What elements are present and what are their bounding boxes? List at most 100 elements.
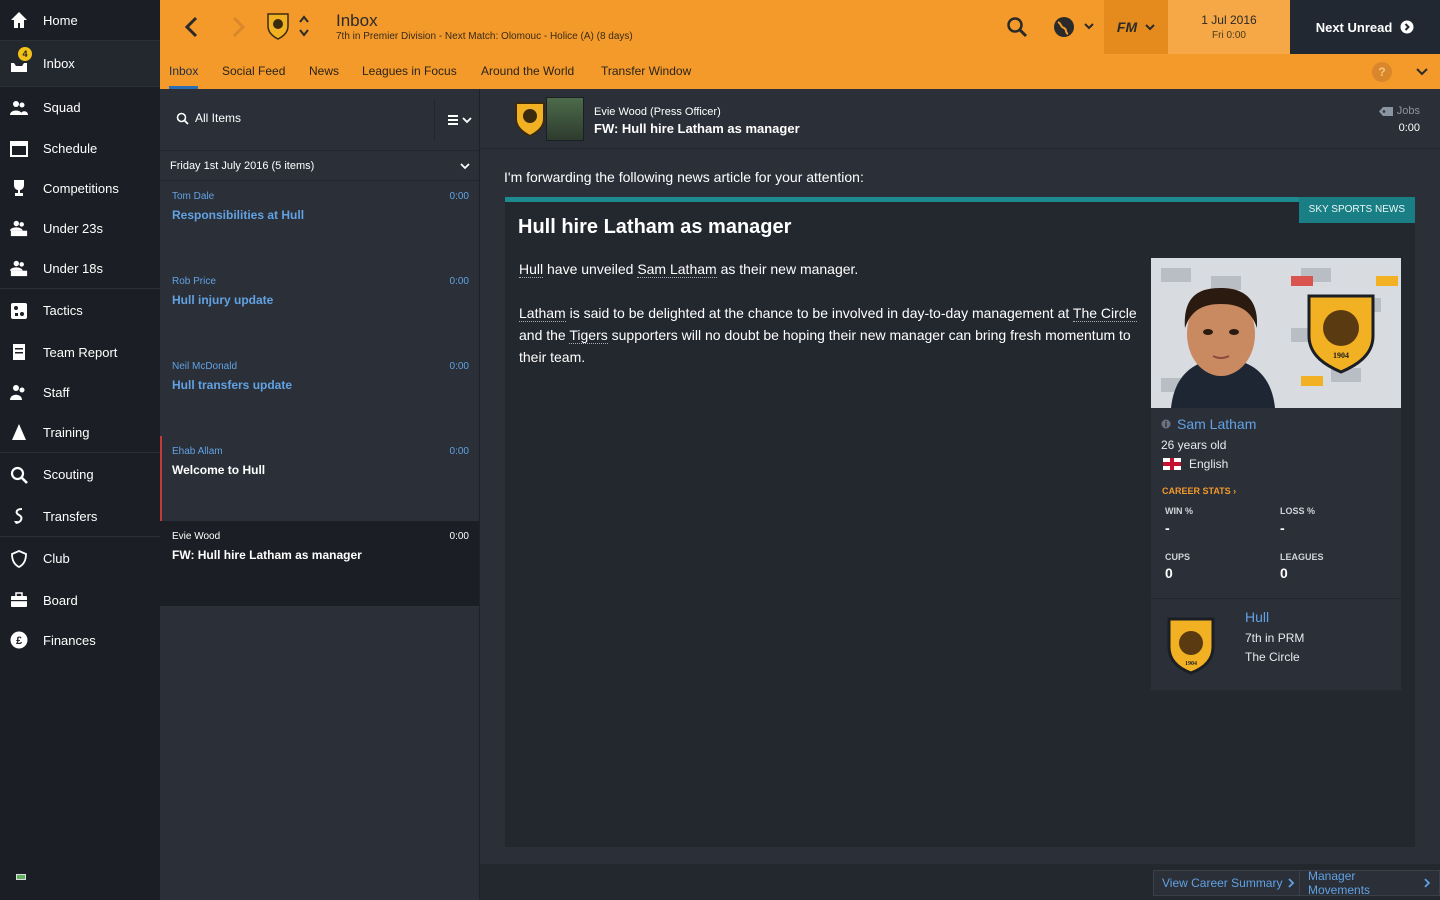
sidebar-item-label: Transfers: [43, 508, 98, 524]
message-from: Neil McDonald: [172, 361, 238, 372]
game-date[interactable]: 1 Jul 2016 Fri 0:00: [1168, 0, 1290, 54]
sidebar-item-label: Club: [43, 551, 70, 566]
tab-inbox[interactable]: Inbox: [169, 54, 199, 89]
person-name-link[interactable]: Sam Latham: [1161, 416, 1256, 432]
sidebar-item-inbox[interactable]: 4 Inbox: [0, 40, 160, 86]
person-link[interactable]: Latham: [519, 305, 566, 322]
message-from: Rob Price: [172, 276, 216, 287]
message-time: 0:00: [1398, 122, 1420, 134]
globe-icon[interactable]: [1050, 15, 1100, 39]
tab-transfer-window[interactable]: Transfer Window: [601, 54, 691, 89]
message-item[interactable]: Tom Dale Responsibilities at Hull 0:00: [160, 181, 479, 266]
divider: [434, 99, 435, 141]
leagues-value: 0: [1280, 565, 1288, 581]
sidebar: Home 4 Inbox Squad Schedule Competitions…: [0, 0, 160, 900]
u23-icon: [10, 219, 28, 237]
message-time: 0:00: [449, 191, 469, 202]
club-crest-icon[interactable]: [266, 12, 290, 40]
sidebar-item-board[interactable]: Board: [0, 580, 160, 620]
filter-bar: All Items: [160, 89, 479, 151]
report-icon: [10, 343, 28, 361]
sidebar-item-under-23s[interactable]: Under 23s: [0, 208, 160, 248]
tab-social-feed[interactable]: Social Feed: [222, 54, 285, 89]
search-icon[interactable]: [1006, 16, 1028, 38]
message-subject: Responsibilities at Hull: [172, 208, 305, 222]
sidebar-item-competitions[interactable]: Competitions: [0, 168, 160, 208]
sidebar-item-tactics[interactable]: Tactics: [0, 288, 160, 332]
message-sender[interactable]: Evie Wood (Press Officer): [594, 106, 721, 118]
sidebar-item-label: Under 23s: [43, 220, 103, 236]
career-stats-link[interactable]: CAREER STATS ›: [1162, 486, 1236, 496]
sidebar-item-scouting[interactable]: Scouting: [0, 452, 160, 496]
tag-label: Jobs: [1396, 105, 1420, 117]
message-item[interactable]: Ehab Allam Welcome to Hull 0:00: [160, 436, 479, 521]
next-unread-button[interactable]: Next Unread: [1290, 0, 1440, 54]
message-tag: Jobs: [1378, 105, 1420, 117]
chevron-down-icon: [1145, 24, 1155, 31]
sidebar-item-squad[interactable]: Squad: [0, 86, 160, 128]
chevron-down-icon[interactable]: [1414, 64, 1430, 80]
page-subtitle: 7th in Premier Division - Next Match: Ol…: [336, 31, 633, 42]
info-icon: [1161, 419, 1171, 429]
forward-button[interactable]: [226, 14, 252, 40]
back-button[interactable]: [178, 14, 204, 40]
message-item[interactable]: Neil McDonald Hull transfers update 0:00: [160, 351, 479, 436]
message-item-selected[interactable]: Evie Wood FW: Hull hire Latham as manage…: [160, 521, 479, 606]
club-link[interactable]: Hull: [519, 261, 544, 278]
squad-icon: [10, 99, 28, 117]
updown-icon[interactable]: [298, 12, 310, 40]
message-intro: I'm forwarding the following news articl…: [504, 169, 864, 185]
filter-dropdown[interactable]: All Items: [176, 111, 241, 125]
sidebar-item-under-18s[interactable]: Under 18s: [0, 248, 160, 288]
message-from: Evie Wood: [172, 531, 221, 542]
person-link[interactable]: Sam Latham: [637, 261, 717, 278]
article-headline: Hull hire Latham as manager: [518, 216, 792, 238]
message-item[interactable]: Rob Price Hull injury update 0:00: [160, 266, 479, 351]
inbox-tabs: Inbox Social Feed News Leagues in Focus …: [160, 54, 1440, 89]
group-header[interactable]: Friday 1st July 2016 (5 items): [160, 151, 479, 181]
club-crest-icon: [515, 102, 545, 137]
calendar-icon: [10, 139, 28, 157]
help-button[interactable]: ?: [1372, 62, 1392, 82]
sidebar-item-label: Team Report: [43, 344, 118, 360]
text-run: have unveiled: [543, 261, 638, 277]
sidebar-item-club[interactable]: Club: [0, 536, 160, 580]
menu-icon[interactable]: [448, 113, 474, 127]
sidebar-item-home[interactable]: Home: [0, 0, 160, 40]
chevron-left-icon: [184, 16, 198, 38]
sidebar-item-label: Schedule: [43, 140, 98, 156]
england-flag-icon: [1163, 458, 1181, 470]
manager-movements-button[interactable]: Manager Movements: [1299, 869, 1440, 897]
tab-around-the-world[interactable]: Around the World: [481, 54, 574, 89]
crest-year: 1904: [1185, 661, 1197, 667]
sidebar-item-schedule[interactable]: Schedule: [0, 128, 160, 168]
loss-value: -: [1280, 520, 1285, 536]
stadium-link[interactable]: The Circle: [1072, 305, 1137, 322]
sidebar-item-training[interactable]: Training: [0, 412, 160, 452]
view-career-summary-button[interactable]: View Career Summary: [1153, 870, 1305, 896]
chevron-down-icon: [460, 163, 470, 170]
fm-menu-button[interactable]: FM: [1104, 0, 1168, 54]
crest-year: 1904: [1333, 351, 1349, 360]
avatar[interactable]: [546, 97, 584, 141]
sidebar-item-finances[interactable]: £ Finances: [0, 620, 160, 660]
club-position: 7th in PRM: [1245, 631, 1305, 645]
sidebar-item-staff[interactable]: Staff: [0, 372, 160, 412]
status-indicator-icon[interactable]: [16, 874, 26, 880]
club-name-link[interactable]: Hull: [1245, 609, 1269, 625]
club-crest-icon[interactable]: 1904: [1167, 617, 1215, 675]
win-value: -: [1165, 520, 1170, 536]
club-stadium: The Circle: [1245, 650, 1300, 664]
text-run: as their new manager.: [716, 261, 859, 277]
person-card: 1904 Sam Latham 26 years old English CAR…: [1151, 258, 1401, 690]
sidebar-item-team-report[interactable]: Team Report: [0, 332, 160, 372]
message-subject: Welcome to Hull: [172, 463, 266, 477]
chevron-right-icon: [232, 16, 246, 38]
tab-news[interactable]: News: [309, 54, 339, 89]
career-stats-label: CAREER STATS: [1162, 486, 1231, 496]
tab-leagues-in-focus[interactable]: Leagues in Focus: [362, 54, 457, 89]
sidebar-item-transfers[interactable]: Transfers: [0, 496, 160, 536]
club-link[interactable]: Tigers: [569, 327, 608, 344]
shield-icon: [10, 549, 28, 568]
chevron-right-icon: [1424, 878, 1431, 888]
